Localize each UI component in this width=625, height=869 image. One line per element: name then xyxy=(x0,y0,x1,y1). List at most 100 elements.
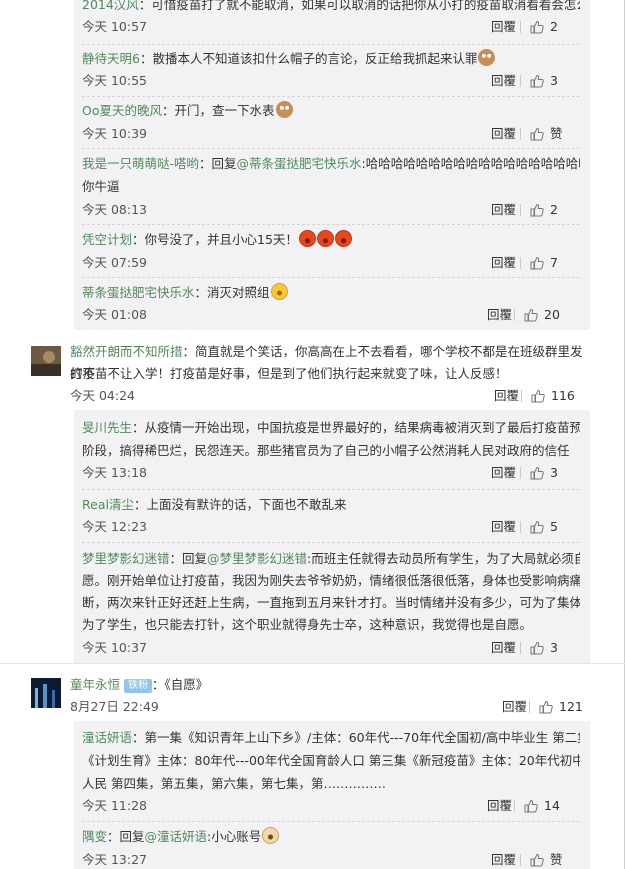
mention-link[interactable]: @梦里梦影幻迷错 xyxy=(207,551,307,566)
comment-feed: 2014汉风：可惜疫苗打了就不能取消，如果可以取消的话把你从小打的疫苗取消看看会… xyxy=(0,0,625,869)
like-button[interactable]: 赞 xyxy=(520,125,580,143)
reply-meta: 今天 10:39 回覆 赞 xyxy=(82,125,580,143)
reply-list: 潼话妍语：第一集《知识青年上山下乡》/主体：60年代---70年代全国初/高中毕… xyxy=(74,721,590,869)
like-button[interactable]: 3 xyxy=(520,72,580,90)
like-count: 14 xyxy=(544,798,560,813)
reply-item: Oo夏天的晚风：开门，查一下水表 今天 10:39 回覆 赞 xyxy=(74,96,590,149)
reply-item: 蒂条蛋挞肥宅快乐水：消灭对照组 今天 01:08 回覆 20 xyxy=(74,277,590,330)
comment-item: 童年永恒 铁粉 ：《自愿》 8月27日 22:49 回覆 121 xyxy=(0,664,625,720)
like-count: 2 xyxy=(550,202,558,217)
reply-button[interactable]: 回覆 xyxy=(494,387,519,405)
reply-item: 我是一只萌萌哒-嗒哟：回复@蒂条蛋挞肥宅快乐水:哈哈哈哈哈哈哈哈哈哈哈哈哈哈哈哈… xyxy=(74,148,590,225)
reply-time: 今天 11:28 xyxy=(82,798,147,813)
reply-item: 凭空计划：你号没了，并且小心15天！ 今天 07:59 回覆 7 xyxy=(74,224,590,278)
like-button[interactable]: 2 xyxy=(520,201,580,219)
thumbs-up-icon xyxy=(530,256,544,270)
comment-content: ：《自愿》 xyxy=(152,677,209,692)
reply-button[interactable]: 回覆 xyxy=(491,18,516,36)
like-button[interactable]: 赞 xyxy=(520,851,580,869)
reply-nickname[interactable]: 凭空计划 xyxy=(82,232,132,247)
angry-emoji-icon xyxy=(316,230,334,247)
cat-emoji-icon xyxy=(478,49,496,66)
like-count: 5 xyxy=(550,519,558,534)
reply-nickname[interactable]: Real清尘 xyxy=(82,497,134,512)
reply-button[interactable]: 回覆 xyxy=(487,306,512,324)
like-button[interactable]: 20 xyxy=(514,306,580,324)
reply-time: 今天 07:59 xyxy=(82,255,147,270)
divider xyxy=(521,390,522,402)
reply-nickname[interactable]: 潼话妍语 xyxy=(82,730,132,745)
reply-content: ：回复 xyxy=(169,551,208,566)
thumbs-up-icon xyxy=(524,308,538,322)
like-count: 赞 xyxy=(550,852,563,867)
reply-nickname[interactable]: 静待天明6 xyxy=(82,51,140,66)
reply-nickname[interactable]: 隅变 xyxy=(82,829,107,844)
reply-nickname[interactable]: 蒂条蛋挞肥宅快乐水 xyxy=(82,285,195,300)
reply-content: ：回复 xyxy=(199,156,237,171)
reply-meta: 今天 01:08 回覆 20 xyxy=(82,306,580,324)
mention-link[interactable]: @蒂条蛋挞肥宅快乐水 xyxy=(237,156,362,171)
comment-nickname[interactable]: 童年永恒 xyxy=(70,677,120,692)
reply-nickname[interactable]: 我是一只萌萌哒-嗒哟 xyxy=(82,156,199,171)
reply-nickname[interactable]: 旻川先生 xyxy=(82,420,132,435)
reply-button[interactable]: 回覆 xyxy=(491,201,516,219)
reply-button[interactable]: 回覆 xyxy=(491,125,516,143)
reply-time: 今天 13:18 xyxy=(82,465,147,480)
reply-text: 为了学生，也只能去打针，这个职业就得身先士卒，这种意识，我觉得也是自愿。 xyxy=(82,617,533,632)
reply-button[interactable]: 回覆 xyxy=(491,851,516,869)
reply-text: 梦里梦影幻迷错：回复@梦里梦影幻迷错:而班主任就得去动员所有学生，为了大局就必须… xyxy=(82,548,580,570)
reply-button[interactable]: 回覆 xyxy=(491,518,516,536)
thumbs-up-icon xyxy=(524,799,538,813)
reply-button[interactable]: 回覆 xyxy=(502,698,527,716)
reply-text: 潼话妍语：第一集《知识青年上山下乡》/主体：60年代---70年代全国初/高中毕… xyxy=(82,727,580,749)
reply-item: 梦里梦影幻迷错：回复@梦里梦影幻迷错:而班主任就得去动员所有学生，为了大局就必须… xyxy=(74,542,590,663)
like-count: 赞 xyxy=(550,126,563,141)
reply-time: 今天 10:39 xyxy=(82,126,147,141)
divider xyxy=(514,800,515,812)
like-count: 3 xyxy=(550,73,558,88)
thumbs-up-icon xyxy=(530,74,544,88)
reply-button[interactable]: 回覆 xyxy=(491,254,516,272)
reply-item: 2014汉风：可惜疫苗打了就不能取消，如果可以取消的话把你从小打的疫苗取消看看会… xyxy=(74,0,590,46)
like-count: 7 xyxy=(550,255,558,270)
reply-meta: 今天 11:28 回覆 14 xyxy=(82,797,580,815)
reply-nickname[interactable]: 2014汉风 xyxy=(82,0,139,12)
like-button[interactable]: 3 xyxy=(520,464,580,482)
like-button[interactable]: 5 xyxy=(520,518,580,536)
reply-button[interactable]: 回覆 xyxy=(491,72,516,90)
reply-content: ：散播本人不知道该扣什么帽子的言论，反正给我抓起来认罪 xyxy=(139,51,478,66)
reply-button[interactable]: 回覆 xyxy=(491,464,516,482)
like-button[interactable]: 116 xyxy=(521,387,591,405)
reply-time: 今天 12:23 xyxy=(82,519,147,534)
like-button[interactable]: 7 xyxy=(520,254,580,272)
reply-button[interactable]: 回覆 xyxy=(491,639,516,657)
fan-badge: 铁粉 xyxy=(124,679,152,693)
thumbs-up-icon xyxy=(531,389,545,403)
like-button[interactable]: 3 xyxy=(520,639,580,657)
reply-content: ：从疫情一开始出现，中国抗疫是世界最好的，结果病毒被消灭到了最后打疫苗预防 xyxy=(132,420,580,435)
thumbs-up-icon xyxy=(530,520,544,534)
reply-content: ：第一集《知识青年上山下乡》/主体：60年代---70年代全国初/高中毕业生 第… xyxy=(132,730,580,745)
like-count: 121 xyxy=(559,699,583,714)
reply-content: :小心账号 xyxy=(207,829,262,844)
avatar[interactable] xyxy=(31,346,61,376)
comment-meta: 8月27日 22:49 回覆 121 xyxy=(70,698,591,716)
reply-button[interactable]: 回覆 xyxy=(487,797,512,815)
reply-item: 隅变：回复@潼话妍语:小心账号 今天 13:27 回覆 赞 xyxy=(74,821,590,869)
thumbs-up-icon xyxy=(530,20,544,34)
like-button[interactable]: 121 xyxy=(529,698,591,716)
reply-time: 今天 01:08 xyxy=(82,307,147,322)
comment-text: 童年永恒 铁粉 ：《自愿》 xyxy=(70,674,591,696)
reply-item: 旻川先生：从疫情一开始出现，中国抗疫是世界最好的，结果病毒被消灭到了最后打疫苗预… xyxy=(74,410,590,490)
reply-time: 今天 08:13 xyxy=(82,202,147,217)
mention-link[interactable]: @潼话妍语 xyxy=(145,829,208,844)
like-button[interactable]: 2 xyxy=(520,18,580,36)
reply-nickname[interactable]: 梦里梦影幻迷错 xyxy=(82,551,170,566)
comment-nickname[interactable]: 豁然开朗而不知所措 xyxy=(70,344,183,359)
comment-text: 打疫苗不让入学！打疫苗是好事，但是到了他们执行起来就变了味，让人反感！ xyxy=(70,366,508,381)
like-button[interactable]: 14 xyxy=(514,797,580,815)
avatar[interactable] xyxy=(31,678,61,708)
reply-nickname[interactable]: Oo夏天的晚风 xyxy=(82,103,162,118)
reply-item: Real清尘：上面没有默许的话，下面也不敢乱来 今天 12:23 回覆 5 xyxy=(74,489,590,543)
reply-text: 凭空计划：你号没了，并且小心15天！ xyxy=(82,229,580,251)
